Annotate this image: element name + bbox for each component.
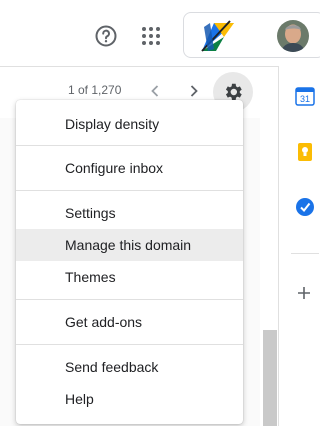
side-panel-divider <box>291 253 319 254</box>
menu-item-configure-inbox[interactable]: Configure inbox <box>16 152 243 184</box>
menu-item-get-addons[interactable]: Get add-ons <box>16 306 243 338</box>
chevron-left-icon <box>151 85 159 97</box>
top-app-bar <box>0 0 320 67</box>
organization-logo <box>201 20 234 52</box>
menu-divider <box>16 145 243 146</box>
menu-item-themes[interactable]: Themes <box>16 261 243 293</box>
menu-divider <box>16 190 243 191</box>
tasks-icon <box>296 198 314 216</box>
plus-icon <box>298 287 310 299</box>
chevron-right-icon <box>190 85 198 97</box>
apps-grid-icon <box>142 27 160 45</box>
menu-item-settings[interactable]: Settings <box>16 197 243 229</box>
tasks-app-button[interactable] <box>295 197 315 217</box>
calendar-app-button[interactable]: 31 <box>295 86 315 106</box>
menu-item-help[interactable]: Help <box>16 383 243 415</box>
calendar-icon: 31 <box>295 87 315 106</box>
account-switcher[interactable] <box>183 12 320 58</box>
menu-divider <box>16 344 243 345</box>
help-circle-icon <box>95 25 117 47</box>
previous-page-button[interactable] <box>145 80 165 102</box>
next-page-button[interactable] <box>184 80 204 102</box>
profile-photo <box>277 20 309 52</box>
get-addons-button[interactable] <box>297 286 311 305</box>
keep-app-button[interactable] <box>295 142 315 162</box>
menu-item-send-feedback[interactable]: Send feedback <box>16 351 243 383</box>
side-panel: 31 <box>278 66 319 426</box>
keep-icon <box>298 143 312 161</box>
menu-item-display-density[interactable]: Display density <box>16 108 243 140</box>
svg-text:31: 31 <box>300 94 310 104</box>
help-button[interactable] <box>92 22 120 50</box>
scrollbar-thumb[interactable] <box>263 330 277 426</box>
settings-dropdown-menu: Display density Configure inbox Settings… <box>16 100 243 424</box>
menu-divider <box>16 299 243 300</box>
menu-item-manage-domain[interactable]: Manage this domain <box>16 229 243 261</box>
pagination-count: 1 of 1,270 <box>68 83 122 97</box>
avatar[interactable] <box>277 20 309 52</box>
google-apps-button[interactable] <box>137 22 165 50</box>
